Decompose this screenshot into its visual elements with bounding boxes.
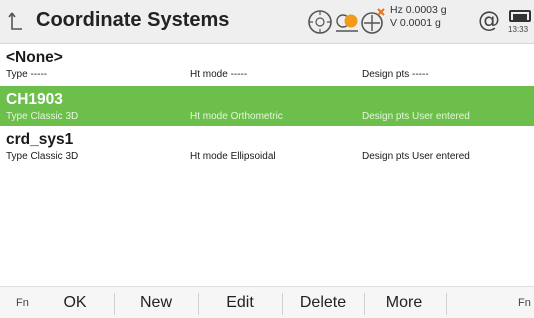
- clock-time: 13:33: [508, 25, 529, 34]
- delete-button[interactable]: Delete: [284, 287, 362, 318]
- fn-key-left[interactable]: Fn: [16, 297, 29, 309]
- softkey-divider: [114, 293, 115, 315]
- list-item-selected[interactable]: CH1903 Type Classic 3D Ht mode Orthometr…: [0, 86, 534, 126]
- type-field: Type Classic 3D: [6, 111, 79, 122]
- ht-mode-field: Ht mode -----: [190, 69, 248, 80]
- angle-readout: Hz 0.0003 g V 0.0001 g: [390, 4, 447, 30]
- title-bar: Coordinate Systems Hz 0.0003 g V 0.0001 …: [0, 0, 534, 44]
- ht-mode-field: Ht mode Orthometric: [190, 111, 283, 122]
- at-sign-icon[interactable]: @: [478, 8, 500, 33]
- battery-icon: 13:33: [508, 10, 533, 38]
- coordinate-system-name: CH1903: [6, 91, 63, 108]
- ok-button[interactable]: OK: [40, 287, 110, 318]
- new-button[interactable]: New: [118, 287, 194, 318]
- edit-button[interactable]: Edit: [202, 287, 278, 318]
- page-title: Coordinate Systems: [36, 9, 230, 31]
- ht-mode-field: Ht mode Ellipsoidal: [190, 151, 276, 162]
- type-field: Type Classic 3D: [6, 151, 79, 162]
- softkey-divider: [282, 293, 283, 315]
- back-icon[interactable]: [8, 10, 26, 32]
- more-button[interactable]: More: [366, 287, 442, 318]
- level-bubble-icon[interactable]: [305, 7, 335, 42]
- list-item[interactable]: <None> Type ----- Ht mode ----- Design p…: [0, 44, 534, 86]
- fn-key-right[interactable]: Fn: [518, 297, 531, 309]
- type-field: Type -----: [6, 69, 48, 80]
- design-pts-field: Design pts User entered: [362, 151, 470, 162]
- design-pts-field: Design pts User entered: [362, 111, 470, 122]
- v-readout: V 0.0001 g: [390, 17, 441, 29]
- softkey-divider: [198, 293, 199, 315]
- list-item[interactable]: crd_sys1 Type Classic 3D Ht mode Ellipso…: [0, 126, 534, 166]
- softkey-divider: [446, 293, 447, 315]
- target-prism-icon[interactable]: [334, 9, 360, 40]
- coordinate-system-name: <None>: [6, 49, 63, 66]
- coordinate-system-list: <None> Type ----- Ht mode ----- Design p…: [0, 44, 534, 166]
- design-pts-field: Design pts -----: [362, 69, 429, 80]
- compensator-off-icon[interactable]: [359, 7, 387, 42]
- softkey-divider: [364, 293, 365, 315]
- coordinate-system-name: crd_sys1: [6, 131, 74, 148]
- hz-readout: Hz 0.0003 g: [390, 4, 447, 16]
- softkey-bar: Fn OK New Edit Delete More Fn: [0, 286, 534, 318]
